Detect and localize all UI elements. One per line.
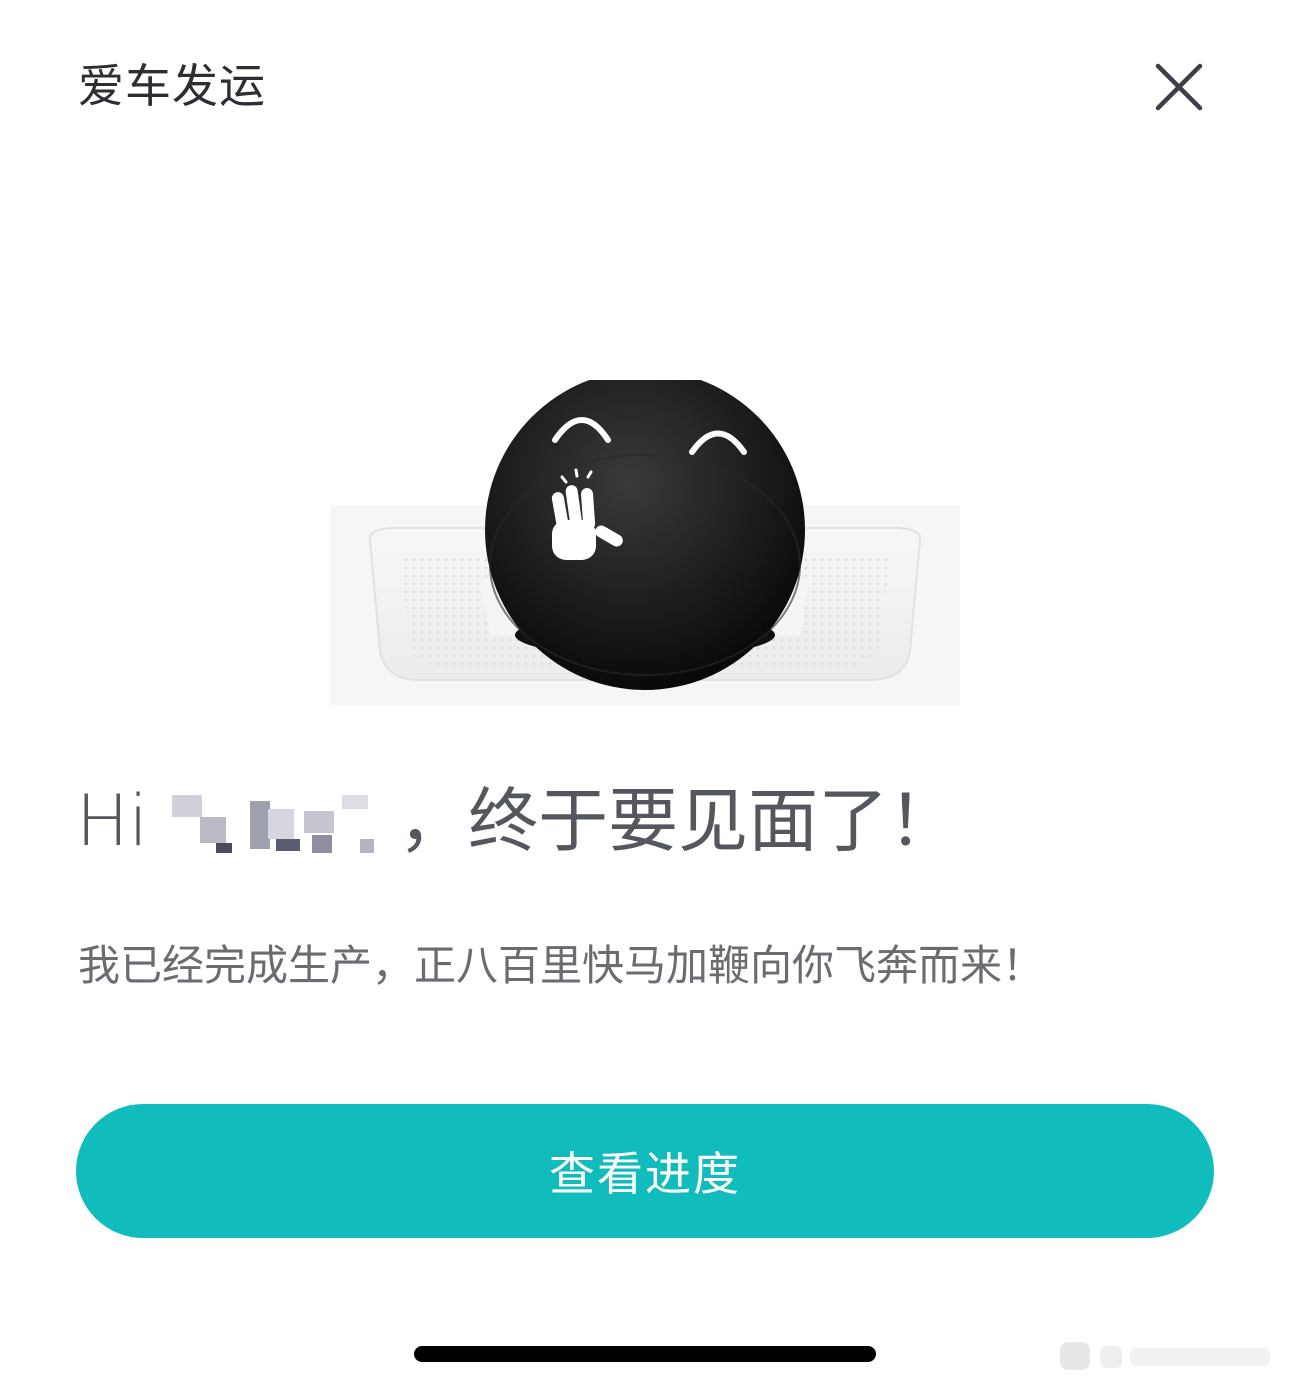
view-progress-button[interactable]: 查看进度 [76,1104,1214,1238]
home-indicator [414,1346,876,1362]
close-icon [1155,63,1203,111]
greeting-suffix: ，终于要见面了！ [398,780,959,862]
watermark-logo [1060,1336,1280,1376]
status-message: 我已经完成生产，正八百里快马加鞭向你飞奔而来！ [78,941,1045,990]
redacted-username [172,789,392,855]
close-button[interactable] [1150,58,1208,116]
greeting-prefix: Hi [76,780,149,862]
smiley-waving-robot-icon [330,370,960,710]
greeting-headline: Hi ，终于要见面了！ [76,778,958,864]
page-title: 爱车发运 [78,59,266,113]
